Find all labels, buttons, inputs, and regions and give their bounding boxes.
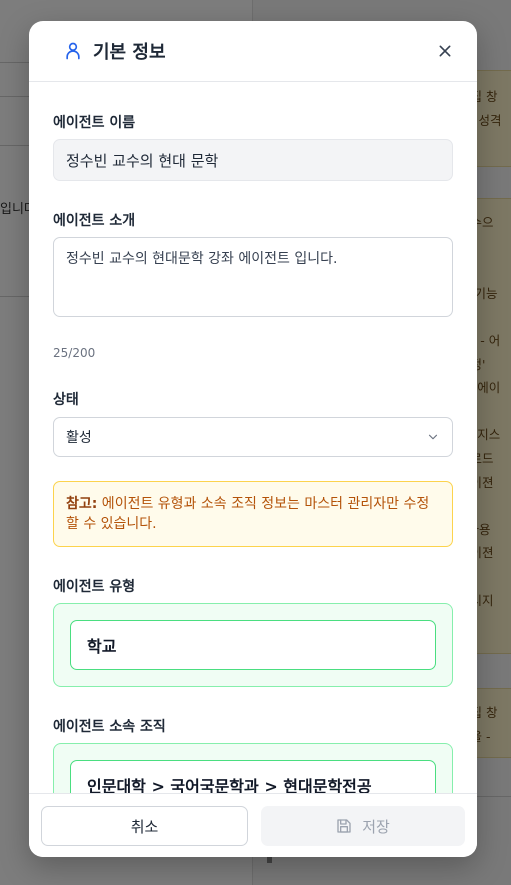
modal-body[interactable]: 에이전트 이름 정수빈 교수의 현대 문학 에이전트 소개 정수빈 교수의 현대… — [29, 82, 477, 793]
cancel-button[interactable]: 취소 — [41, 806, 248, 846]
agent-type-label: 에이전트 유형 — [53, 579, 136, 595]
chevron-down-icon — [426, 430, 440, 444]
save-icon — [336, 818, 352, 834]
modal-footer: 취소 저장 — [29, 793, 477, 857]
notice-label: 참고: — [66, 496, 98, 512]
agent-org-value: 인문대학 > 국어국문학과 > 현대문학전공 — [70, 760, 436, 793]
user-icon — [63, 41, 83, 61]
agent-name-label: 에이전트 이름 — [53, 115, 136, 131]
agent-org-box: 인문대학 > 국어국문학과 > 현대문학전공 — [53, 743, 453, 793]
agent-intro-textarea[interactable]: 정수빈 교수의 현대문학 강좌 에이전트 입니다. — [53, 237, 453, 317]
modal-title: 기본 정보 — [93, 42, 166, 63]
agent-type-value: 학교 — [70, 620, 436, 670]
intro-char-counter: 25/200 — [53, 346, 96, 360]
save-label: 저장 — [362, 817, 390, 836]
modal-header: 기본 정보 — [29, 21, 477, 82]
agent-name-input[interactable]: 정수빈 교수의 현대 문학 — [53, 139, 453, 181]
agent-type-box: 학교 — [53, 603, 453, 687]
status-label: 상태 — [53, 392, 79, 408]
agent-org-label: 에이전트 소속 조직 — [53, 719, 166, 735]
close-button[interactable] — [433, 39, 457, 63]
permission-notice: 참고: 에이전트 유형과 소속 조직 정보는 마스터 관리자만 수정할 수 있습… — [53, 481, 453, 547]
save-button[interactable]: 저장 — [261, 806, 465, 846]
notice-text: 에이전트 유형과 소속 조직 정보는 마스터 관리자만 수정할 수 있습니다. — [66, 496, 430, 532]
close-icon — [439, 45, 451, 57]
status-selected-value: 활성 — [66, 430, 92, 446]
status-select[interactable]: 활성 — [53, 417, 453, 457]
basic-info-modal: 기본 정보 에이전트 이름 정수빈 교수의 현대 문학 에이전트 소개 정수빈 … — [29, 21, 477, 857]
agent-intro-label: 에이전트 소개 — [53, 213, 136, 229]
